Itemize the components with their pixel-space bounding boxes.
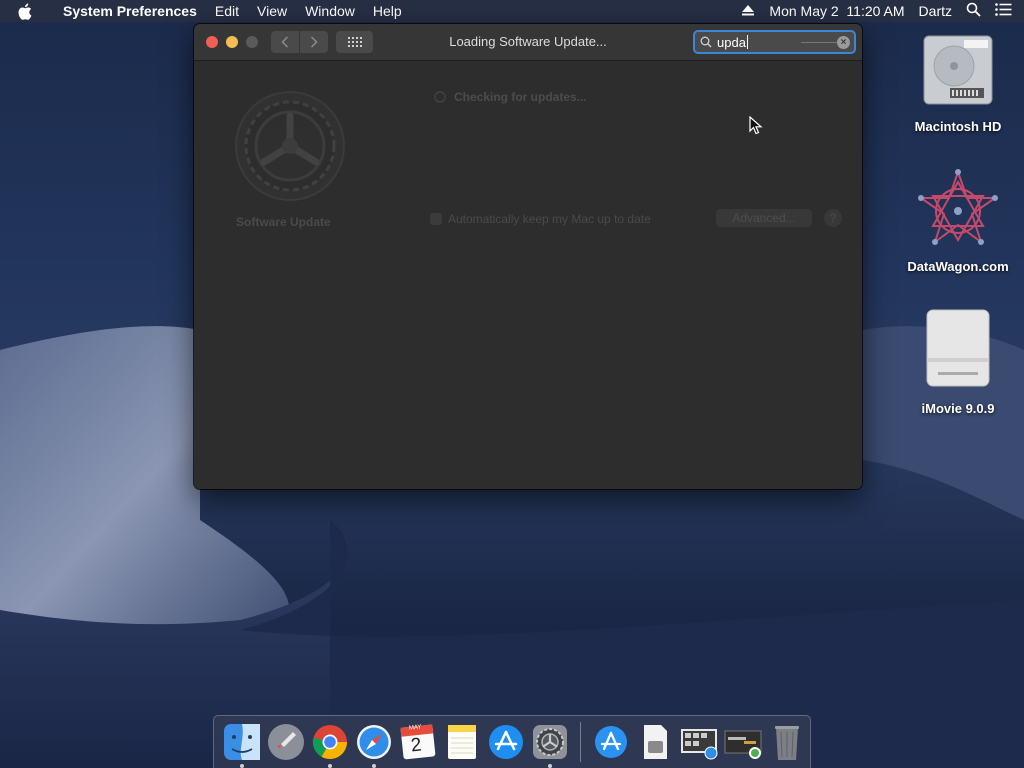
desktop-icon-imovie[interactable]: iMovie 9.0.9	[903, 306, 1013, 416]
menu-edit[interactable]: Edit	[206, 3, 248, 19]
auto-update-checkbox[interactable]	[430, 213, 442, 225]
spotlight-icon[interactable]	[966, 2, 981, 20]
apple-menu-icon[interactable]	[18, 3, 40, 20]
running-indicator	[548, 764, 552, 768]
zoom-button[interactable]	[246, 36, 258, 48]
running-indicator	[328, 764, 332, 768]
minimize-button[interactable]	[226, 36, 238, 48]
menu-view[interactable]: View	[248, 3, 296, 19]
system-preferences-icon	[533, 725, 567, 759]
auto-update-option[interactable]: Automatically keep my Mac up to date	[430, 212, 651, 226]
dock-screenshot-stack-2[interactable]	[723, 722, 763, 762]
auto-update-label: Automatically keep my Mac up to date	[448, 212, 651, 226]
notification-center-icon[interactable]	[995, 3, 1012, 19]
menu-clock[interactable]: Mon May 2 11:20 AM	[769, 3, 904, 19]
search-input[interactable]: upda	[717, 35, 746, 50]
running-indicator	[372, 764, 376, 768]
menu-app-name[interactable]: System Preferences	[54, 3, 206, 19]
menu-user[interactable]: Dartz	[919, 3, 952, 19]
mouse-cursor-icon	[749, 116, 763, 135]
grid-icon	[347, 37, 362, 47]
close-button[interactable]	[206, 36, 218, 48]
back-button[interactable]	[271, 31, 299, 53]
dock-trash[interactable]	[767, 722, 807, 762]
dock-safari[interactable]	[354, 722, 394, 768]
calendar-day: 2	[409, 734, 423, 757]
search-icon	[700, 36, 712, 48]
disk-image-icon	[926, 309, 990, 387]
safari-icon	[357, 725, 391, 759]
dock: MAY 2	[213, 715, 811, 768]
hard-drive-icon	[923, 35, 993, 105]
dock-chrome[interactable]	[310, 722, 350, 768]
search-field[interactable]: upda ×	[693, 30, 856, 54]
dock-notes[interactable]	[442, 722, 482, 762]
navigation-buttons	[271, 31, 328, 53]
menu-help[interactable]: Help	[364, 3, 411, 19]
dock-calendar[interactable]: MAY 2	[398, 722, 438, 762]
screenshot-stack-icon	[681, 729, 718, 760]
chevron-right-icon	[310, 36, 318, 48]
spinner-icon	[434, 91, 446, 103]
datawagon-icon	[917, 168, 999, 245]
chrome-icon	[312, 725, 347, 759]
notes-icon	[448, 725, 476, 759]
desktop-icon-label: Macintosh HD	[914, 119, 1002, 134]
screenshot-stack-2-icon	[724, 730, 762, 759]
menu-bar: System Preferences Edit View Window Help…	[0, 0, 1024, 22]
document-icon	[644, 725, 667, 759]
chevron-left-icon	[281, 36, 289, 48]
running-indicator	[240, 764, 244, 768]
app-store-icon	[489, 725, 523, 759]
show-all-button[interactable]	[336, 31, 373, 53]
dock-document[interactable]	[635, 722, 675, 762]
pane-title: Software Update	[236, 215, 331, 229]
finder-icon	[224, 724, 260, 760]
advanced-button[interactable]: Advanced...	[716, 209, 812, 227]
desktop-icon-label: iMovie 9.0.9	[921, 401, 995, 416]
dock-system-preferences[interactable]	[530, 722, 570, 768]
help-button[interactable]: ?	[824, 209, 842, 227]
window-titlebar[interactable]: Loading Software Update... upda ×	[194, 24, 862, 61]
dock-finder[interactable]	[222, 722, 262, 768]
dock-app-store[interactable]	[486, 722, 526, 762]
desktop-icon-label: DataWagon.com	[907, 259, 1009, 274]
dock-separator	[580, 722, 581, 762]
software-update-gear-icon	[235, 91, 345, 201]
clear-search-icon[interactable]: ×	[837, 36, 850, 49]
forward-button[interactable]	[300, 31, 328, 53]
trash-icon	[775, 726, 799, 760]
app-store-folder-icon	[595, 726, 627, 758]
menu-window[interactable]: Window	[296, 3, 364, 19]
dock-screenshot-stack[interactable]	[679, 722, 719, 762]
desktop-icon-datawagon[interactable]: DataWagon.com	[903, 168, 1013, 274]
eject-icon[interactable]	[741, 3, 755, 19]
search-highlight-line	[801, 42, 837, 43]
dock-launchpad[interactable]	[266, 722, 306, 762]
checking-text: Checking for updates...	[454, 90, 587, 104]
text-caret	[746, 35, 748, 49]
dock-app-store-folder[interactable]	[591, 722, 631, 762]
checking-status: Checking for updates...	[434, 90, 587, 104]
desktop-icon-macintosh-hd[interactable]: Macintosh HD	[903, 32, 1013, 134]
system-preferences-window: Loading Software Update... upda × Softwa…	[194, 24, 862, 489]
launchpad-icon	[268, 724, 304, 760]
